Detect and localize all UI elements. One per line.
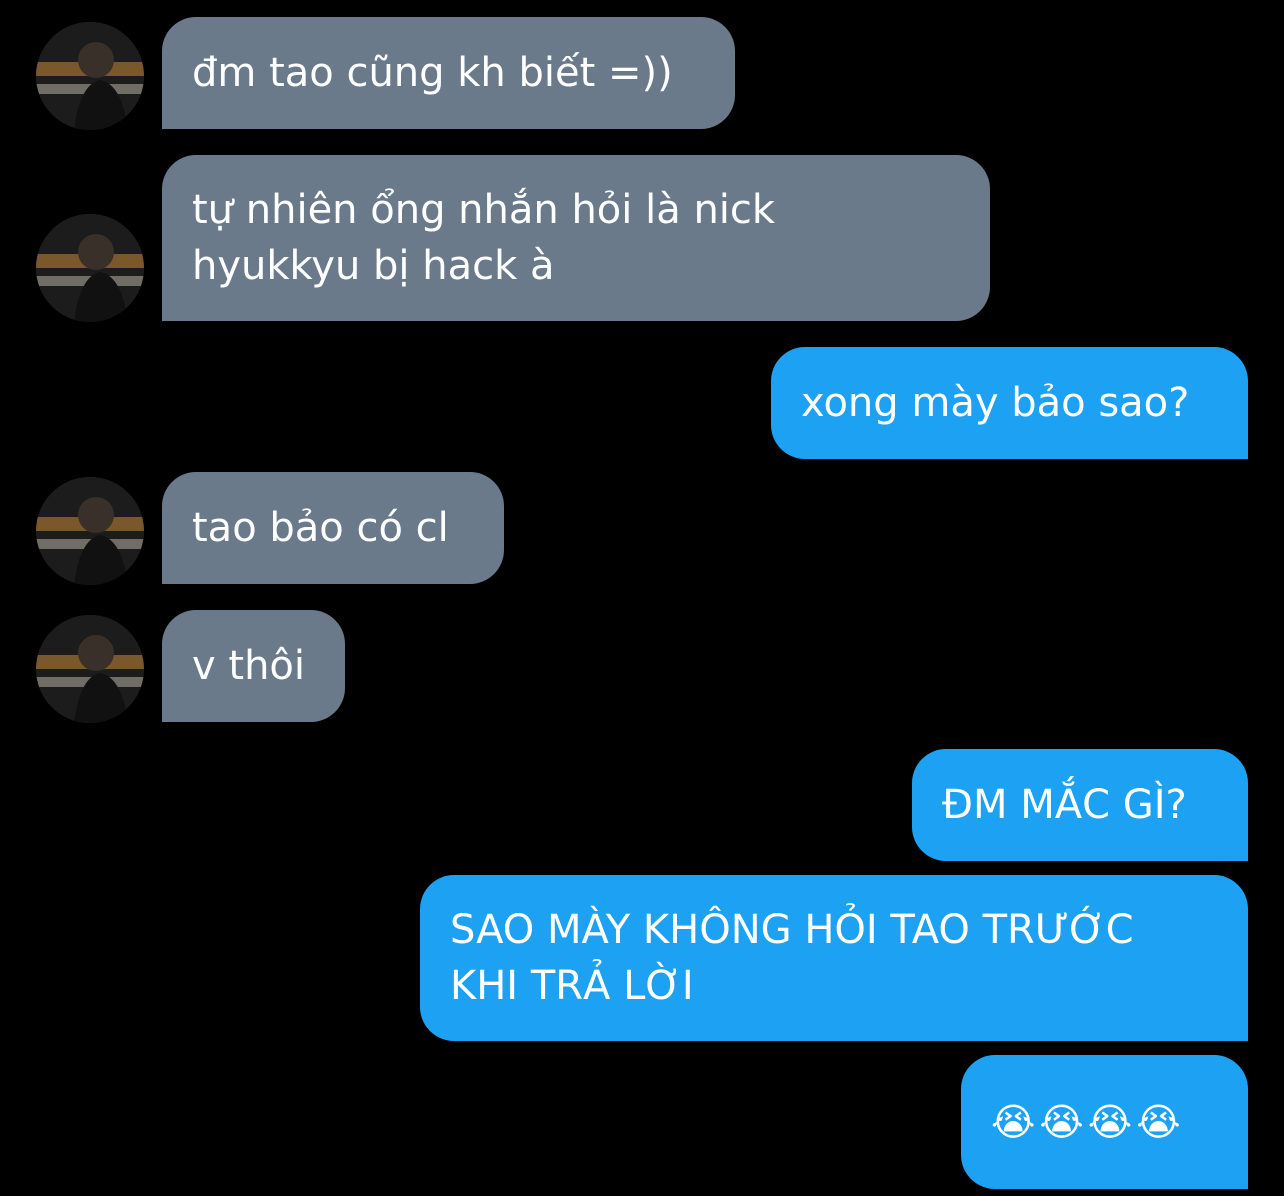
outgoing-message[interactable]: SAO MÀY KHÔNG HỎI TAO TRƯỚC KHI TRẢ LỜI bbox=[420, 875, 1248, 1041]
incoming-message[interactable]: đm tao cũng kh biết =)) bbox=[162, 17, 735, 129]
avatar-photo-icon bbox=[36, 615, 144, 723]
outgoing-message[interactable]: ĐM MẮC GÌ? bbox=[912, 749, 1248, 861]
outgoing-emoji-message[interactable]: 😭😭😭😭 bbox=[961, 1055, 1248, 1189]
avatar-photo-icon bbox=[36, 477, 144, 585]
avatar-photo-icon bbox=[36, 22, 144, 130]
incoming-message[interactable]: tao bảo có cl bbox=[162, 472, 504, 584]
incoming-message[interactable]: v thôi bbox=[162, 610, 345, 722]
message-thread: đm tao cũng kh biết =)) tự nhiên ổng nhắ… bbox=[0, 0, 1284, 1196]
sender-avatar[interactable] bbox=[36, 615, 144, 723]
incoming-message[interactable]: tự nhiên ổng nhắn hỏi là nick hyukkyu bị… bbox=[162, 155, 990, 321]
avatar-photo-icon bbox=[36, 214, 144, 322]
sender-avatar[interactable] bbox=[36, 477, 144, 585]
sender-avatar[interactable] bbox=[36, 214, 144, 322]
sender-avatar[interactable] bbox=[36, 22, 144, 130]
outgoing-message[interactable]: xong mày bảo sao? bbox=[771, 347, 1248, 459]
